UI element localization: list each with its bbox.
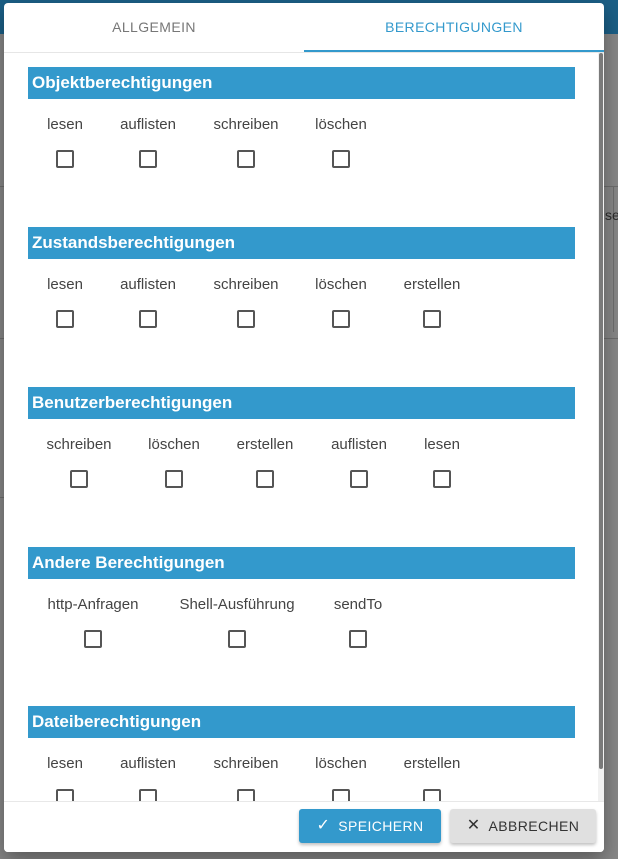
perm-label: sendTo (333, 596, 383, 613)
save-button-label: SPEICHERN (338, 818, 424, 834)
perm-label: schreiben (46, 436, 112, 453)
section-title: Benutzerberechtigungen (28, 387, 575, 419)
perm-label: auflisten (120, 116, 176, 133)
checkbox-state-delete[interactable] (332, 310, 350, 328)
perm-label: erstellen (403, 755, 461, 772)
permissions-content: Objektberechtigungen lesen auflisten sch… (4, 53, 598, 801)
checkbox-other-shell[interactable] (228, 630, 246, 648)
checkbox-user-delete[interactable] (165, 470, 183, 488)
perm-label: schreiben (213, 755, 279, 772)
checkbox-user-read[interactable] (433, 470, 451, 488)
tab-general[interactable]: ALLGEMEIN (4, 3, 304, 51)
perm-label: auflisten (120, 755, 176, 772)
permissions-dialog: ALLGEMEIN BERECHTIGUNGEN Objektberechtig… (4, 3, 604, 852)
perm-label: löschen (148, 436, 200, 453)
section-title: Dateiberechtigungen (28, 706, 575, 738)
checkbox-file-read[interactable] (56, 789, 74, 801)
cancel-button[interactable]: ✕ ABBRECHEN (450, 809, 596, 843)
checkbox-file-create[interactable] (423, 789, 441, 801)
cancel-button-label: ABBRECHEN (488, 818, 580, 834)
save-button[interactable]: ✓ SPEICHERN (299, 809, 441, 843)
perm-label: http-Anfragen (47, 596, 139, 613)
perm-label: löschen (315, 755, 367, 772)
perm-label: auflisten (120, 276, 176, 293)
section-title: Zustandsberechtigungen (28, 227, 575, 259)
tab-bar: ALLGEMEIN BERECHTIGUNGEN (4, 3, 604, 53)
perm-label: lesen (424, 436, 460, 453)
perm-label: schreiben (213, 276, 279, 293)
checkbox-user-write[interactable] (70, 470, 88, 488)
checkbox-state-create[interactable] (423, 310, 441, 328)
perm-label: lesen (47, 276, 83, 293)
check-icon: ✓ (316, 817, 331, 834)
dialog-footer: ✓ SPEICHERN ✕ ABBRECHEN (4, 801, 604, 852)
perm-label: erstellen (403, 276, 461, 293)
checkbox-file-list[interactable] (139, 789, 157, 801)
checkbox-user-create[interactable] (256, 470, 274, 488)
background-text: se (605, 207, 618, 223)
scrollbar-thumb[interactable] (599, 53, 603, 769)
section-title: Andere Berechtigungen (28, 547, 575, 579)
checkbox-state-list[interactable] (139, 310, 157, 328)
checkbox-file-write[interactable] (237, 789, 255, 801)
content-scrollbar[interactable] (598, 53, 604, 801)
perm-label: Shell-Ausführung (179, 596, 295, 613)
tab-permissions[interactable]: BERECHTIGUNGEN (304, 3, 604, 51)
checkbox-other-sendto[interactable] (349, 630, 367, 648)
section-title: Objektberechtigungen (28, 67, 575, 99)
perm-label: auflisten (331, 436, 387, 453)
checkbox-user-list[interactable] (350, 470, 368, 488)
active-tab-indicator (304, 50, 604, 52)
perm-label: lesen (47, 116, 83, 133)
perm-label: schreiben (213, 116, 279, 133)
perm-label: löschen (315, 276, 367, 293)
checkbox-object-delete[interactable] (332, 150, 350, 168)
checkbox-state-read[interactable] (56, 310, 74, 328)
checkbox-state-write[interactable] (237, 310, 255, 328)
perm-label: erstellen (236, 436, 294, 453)
close-icon: ✕ (466, 817, 481, 834)
checkbox-object-list[interactable] (139, 150, 157, 168)
checkbox-object-read[interactable] (56, 150, 74, 168)
checkbox-other-http[interactable] (84, 630, 102, 648)
perm-label: löschen (315, 116, 367, 133)
checkbox-object-write[interactable] (237, 150, 255, 168)
perm-label: lesen (47, 755, 83, 772)
checkbox-file-delete[interactable] (332, 789, 350, 801)
